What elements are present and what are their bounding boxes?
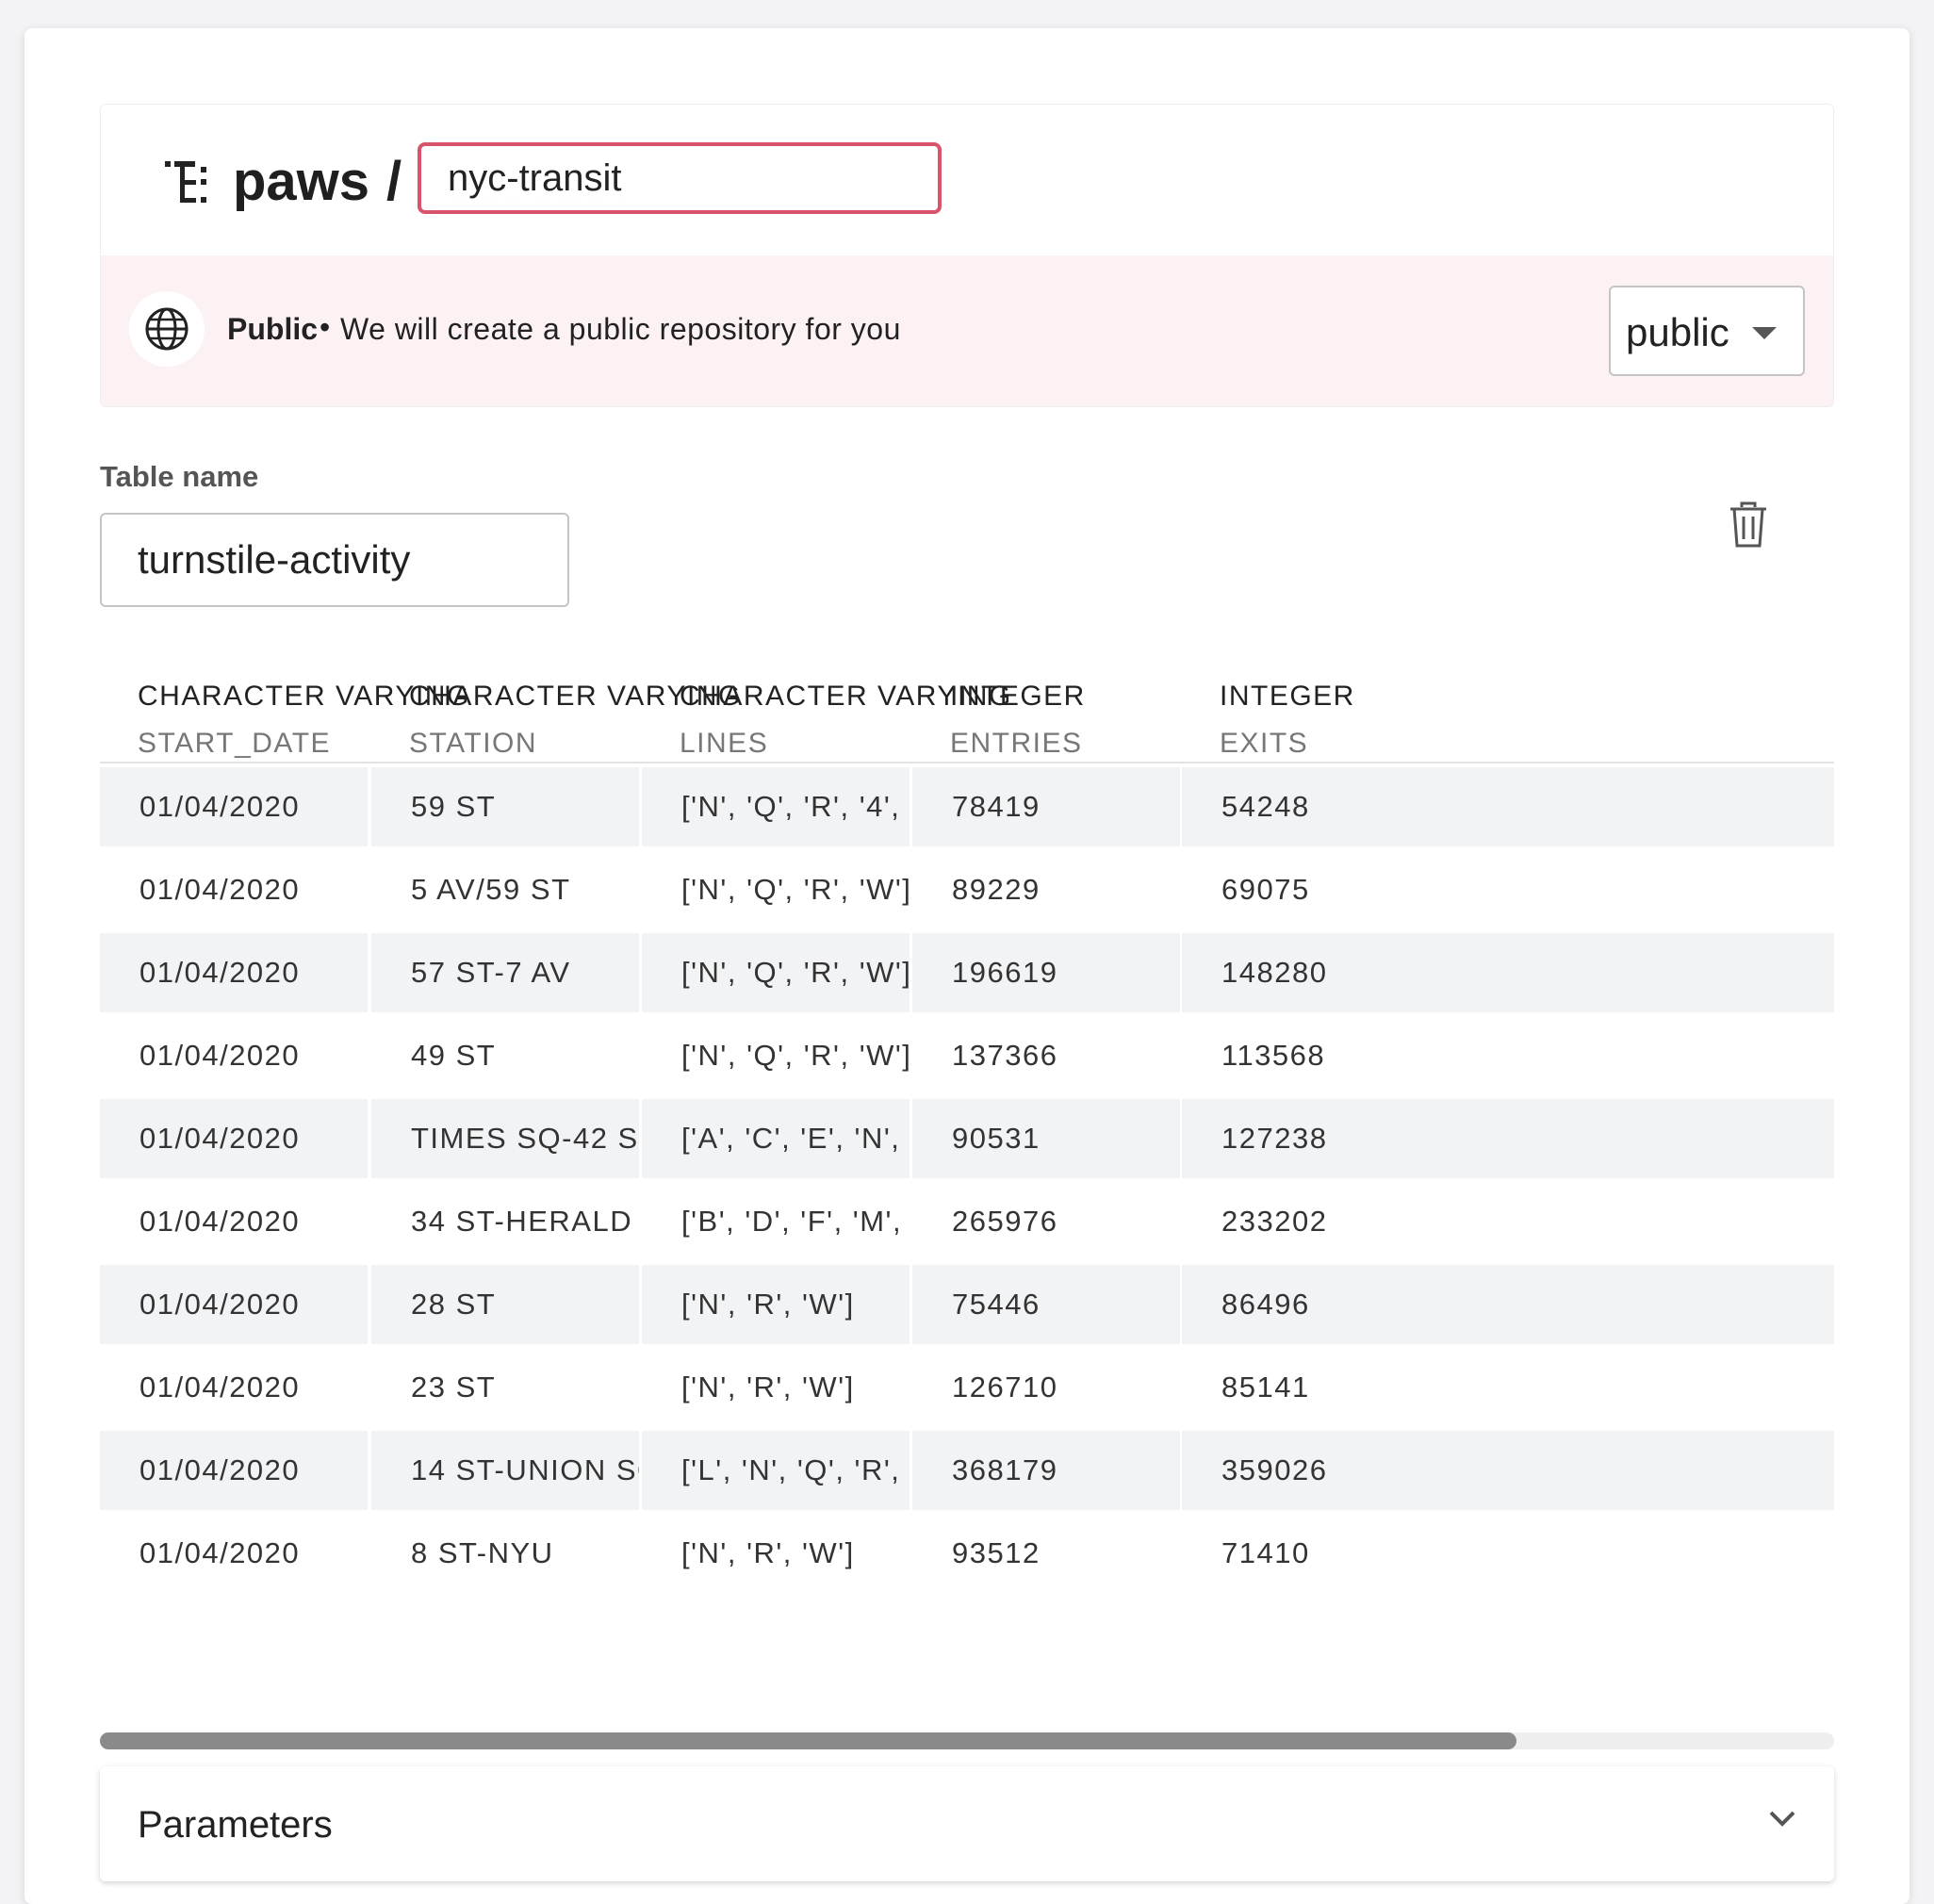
table-cell: 90531 — [912, 1099, 1180, 1178]
repository-form-card: paws / Public • We will create a public … — [25, 28, 1909, 1904]
table-cell: 01/04/2020 — [100, 933, 368, 1012]
table-cell: 89229 — [952, 873, 1041, 906]
table-cell: 75446 — [912, 1265, 1180, 1344]
visibility-bar: Public • We will create a public reposit… — [101, 255, 1833, 406]
table-cell: 49 ST — [411, 1039, 497, 1072]
table-cell: ['L', 'N', 'Q', 'R', '4', '5 — [642, 1431, 910, 1510]
table-cell: 93512 — [952, 1536, 1041, 1569]
table-cell: 359026 — [1182, 1431, 1834, 1510]
table-cell: 23 ST — [411, 1371, 497, 1403]
table-cell: 01/04/2020 — [139, 1205, 301, 1238]
table-cell: 01/04/2020 — [100, 1099, 368, 1178]
table-cell: 14 ST-UNION SQ — [371, 1431, 639, 1510]
table-cell: 01/04/2020 — [139, 1536, 301, 1569]
table-body: 01/04/202059 ST['N', 'Q', 'R', '4', '5',… — [100, 767, 1834, 1597]
table-row: 01/04/2020 TIMES SQ-42 ST ['A', 'C', 'E', … — [100, 1099, 1834, 1182]
table-row: 01/04/202059 ST['N', 'Q', 'R', '4', '5',… — [100, 767, 1834, 850]
table-cell: ['N', 'Q', 'R', 'W'] — [642, 933, 910, 1012]
repository-name-input[interactable] — [418, 142, 942, 214]
table-cell: 01/04/2020 — [100, 1431, 368, 1510]
repository-owner: paws — [233, 151, 370, 212]
table-cell: 54248 — [1182, 767, 1834, 846]
table-row: 01/04/2020 14 ST-UNION SQ ['L', 'N', 'Q', … — [100, 1431, 1834, 1514]
visibility-select-value: public — [1626, 310, 1729, 354]
table-cell: 85141 — [1221, 1371, 1310, 1403]
table-cell: 148280 — [1182, 933, 1834, 1012]
table-header: CHARACTER VARYING START_DATE CHARACTER VAR… — [100, 641, 1834, 763]
repository-panel: paws / Public • We will create a public … — [100, 104, 1834, 407]
table-cell: 78419 — [912, 767, 1180, 846]
visibility-description: We will create a public repository for y… — [340, 312, 901, 346]
table-cell: ['N', 'Q', 'R', 'W'] — [681, 1039, 910, 1072]
table-cell: 01/04/2020 — [100, 767, 368, 846]
table-row: 01/04/2020 8 ST-NYU ['N', 'R', 'W'] 93512 71… — [100, 1514, 1834, 1597]
column-name: STATION — [409, 728, 538, 759]
table-cell: ['N', 'Q', 'R', 'W'] — [681, 873, 910, 906]
table-cell: 57 ST-7 AV — [371, 933, 639, 1012]
table-cell: ['N', 'R', 'W'] — [681, 1371, 855, 1403]
globe-icon — [129, 291, 205, 367]
table-cell: ['B', 'D', 'F', 'M', 'N', 'Q — [681, 1205, 910, 1238]
horizontal-scrollbar[interactable] — [100, 1732, 1834, 1749]
table-cell: 113568 — [1221, 1039, 1326, 1072]
table-cell: 71410 — [1221, 1536, 1310, 1569]
table-row: 01/04/2020 49 ST ['N', 'Q', 'R', 'W'] 13736… — [100, 1016, 1834, 1099]
visibility-select[interactable]: public — [1609, 286, 1805, 376]
table-cell: 137366 — [952, 1039, 1058, 1072]
repository-header: paws / — [101, 105, 1833, 255]
table-cell: ['N', 'R', 'W'] — [642, 1265, 910, 1344]
table-cell: 01/04/2020 — [139, 1039, 301, 1072]
table-cell: 01/04/2020 — [139, 1371, 301, 1403]
table-cell: 368179 — [912, 1431, 1180, 1510]
scrollbar-thumb[interactable] — [100, 1732, 1517, 1749]
table-cell: 5 AV/59 ST — [411, 873, 571, 906]
preview-table[interactable]: CHARACTER VARYING START_DATE CHARACTER VAR… — [100, 641, 1834, 1734]
column-name: LINES — [680, 728, 769, 759]
table-cell: 01/04/2020 — [139, 873, 301, 906]
trash-icon[interactable] — [1729, 501, 1768, 549]
table-cell: 28 ST — [371, 1265, 639, 1344]
table-name-input[interactable] — [100, 513, 569, 607]
visibility-separator: • — [320, 310, 331, 344]
table-cell: TIMES SQ-42 ST — [371, 1099, 639, 1178]
owner-separator: / — [386, 151, 402, 212]
chevron-down-icon — [1769, 1811, 1795, 1827]
table-cell: 8 ST-NYU — [411, 1536, 554, 1569]
table-cell: 01/04/2020 — [100, 1265, 368, 1344]
parameters-label: Parameters — [138, 1804, 333, 1846]
table-cell: 69075 — [1221, 873, 1310, 906]
table-cell: 265976 — [952, 1205, 1058, 1238]
table-row: 01/04/2020 23 ST ['N', 'R', 'W'] 126710 8514… — [100, 1348, 1834, 1431]
column-name: START_DATE — [138, 728, 332, 759]
table-row: 01/04/2020 28 ST ['N', 'R', 'W'] 75446 86496 — [100, 1265, 1834, 1348]
table-cell: 34 ST-HERALD SQ — [411, 1205, 639, 1238]
column-name: ENTRIES — [950, 728, 1083, 759]
caret-down-icon — [1752, 327, 1777, 339]
table-cell: ['A', 'C', 'E', 'N', 'Q', 'R — [642, 1099, 910, 1178]
table-row: 01/04/2020 57 ST-7 AV ['N', 'Q', 'R', 'W']… — [100, 933, 1834, 1016]
column-name: EXITS — [1220, 728, 1309, 759]
visibility-title: Public — [227, 312, 319, 346]
tree-icon — [165, 161, 206, 203]
table-cell: 86496 — [1182, 1265, 1834, 1344]
table-cell: 127238 — [1182, 1099, 1834, 1178]
table-cell: ['N', 'R', 'W'] — [681, 1536, 855, 1569]
column-type: INTEGER — [950, 681, 1086, 712]
column-type: INTEGER — [1220, 681, 1355, 712]
parameters-accordion[interactable]: Parameters — [100, 1766, 1834, 1881]
table-row: 01/04/2020 34 ST-HERALD SQ ['B', 'D', 'F',… — [100, 1182, 1834, 1265]
table-cell: 233202 — [1221, 1205, 1328, 1238]
table-cell: ['N', 'Q', 'R', '4', '5', '6 — [642, 767, 910, 846]
table-row: 01/04/2020 5 AV/59 ST ['N', 'Q', 'R', 'W']… — [100, 850, 1834, 933]
table-cell: 196619 — [912, 933, 1180, 1012]
table-cell: 126710 — [952, 1371, 1058, 1403]
table-name-label: Table name — [100, 460, 259, 493]
table-cell: 59 ST — [371, 767, 639, 846]
